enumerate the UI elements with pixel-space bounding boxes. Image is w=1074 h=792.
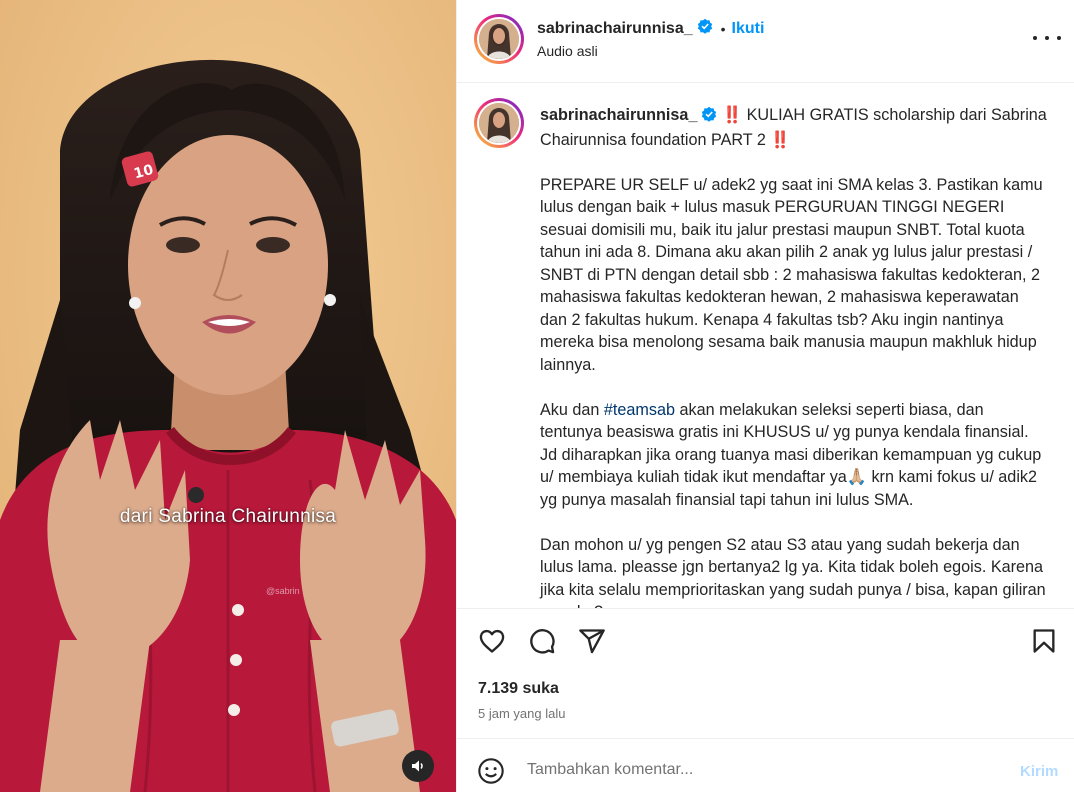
post-comment-button[interactable]: Kirim [1020, 763, 1058, 780]
double-exclamation-emoji: ‼️ [721, 106, 743, 124]
verified-icon [701, 106, 717, 129]
emoji-picker-button[interactable] [477, 757, 505, 785]
comment-input[interactable] [527, 757, 997, 783]
post-details-panel: sabrinachairunnisa_ • Ikuti Audio asli s… [456, 0, 1074, 792]
more-options-button[interactable] [1033, 28, 1061, 48]
comments-scroll-area[interactable]: sabrinachairunnisa_ ‼️ KULIAH GRATIS sch… [457, 84, 1074, 609]
post-caption: sabrinachairunnisa_ ‼️ KULIAH GRATIS sch… [540, 104, 1050, 609]
comment-icon [530, 629, 555, 654]
share-icon [579, 629, 605, 654]
bookmark-icon [1033, 629, 1055, 653]
share-button[interactable] [577, 626, 607, 656]
header-separator: • [720, 20, 726, 37]
caption-author-avatar[interactable] [474, 98, 524, 148]
video-frame: 10 [0, 0, 456, 792]
post-video[interactable]: 10 dari Sabrina Chairunnisa @sabrin [0, 0, 456, 792]
comment-button[interactable] [527, 626, 557, 656]
author-avatar[interactable] [474, 14, 524, 64]
action-bar [457, 610, 1074, 670]
post-header: sabrinachairunnisa_ • Ikuti Audio asli [457, 0, 1074, 83]
caption-paragraph-3: Dan mohon u/ yg pengen S2 atau S3 atau y… [540, 535, 1046, 609]
double-exclamation-emoji: ‼️ [770, 130, 791, 149]
audio-label[interactable]: Audio asli [537, 43, 598, 59]
more-icon [1033, 36, 1037, 40]
video-watermark: @sabrin [266, 586, 300, 596]
author-username[interactable]: sabrinachairunnisa_ [537, 20, 693, 38]
hashtag-link[interactable]: #teamsab [604, 401, 675, 419]
like-button[interactable] [477, 626, 507, 656]
emoji-icon [478, 758, 504, 784]
save-button[interactable] [1029, 626, 1059, 656]
caption-paragraph-2-start: Aku dan [540, 400, 604, 419]
video-subtitle: dari Sabrina Chairunnisa [119, 506, 337, 527]
mute-toggle-button[interactable] [402, 750, 434, 782]
heart-icon [479, 629, 505, 653]
caption-paragraph-1: PREPARE UR SELF u/ adek2 yg saat ini SMA… [540, 175, 1048, 374]
verified-icon [697, 18, 713, 39]
like-count[interactable]: 7.139 suka [478, 680, 559, 698]
caption-author-username[interactable]: sabrinachairunnisa_ [540, 106, 697, 124]
comment-composer: Kirim [457, 738, 1074, 792]
follow-button[interactable]: Ikuti [732, 20, 765, 38]
speaker-muted-icon [412, 760, 423, 772]
post-timestamp[interactable]: 5 jam yang lalu [478, 706, 565, 721]
